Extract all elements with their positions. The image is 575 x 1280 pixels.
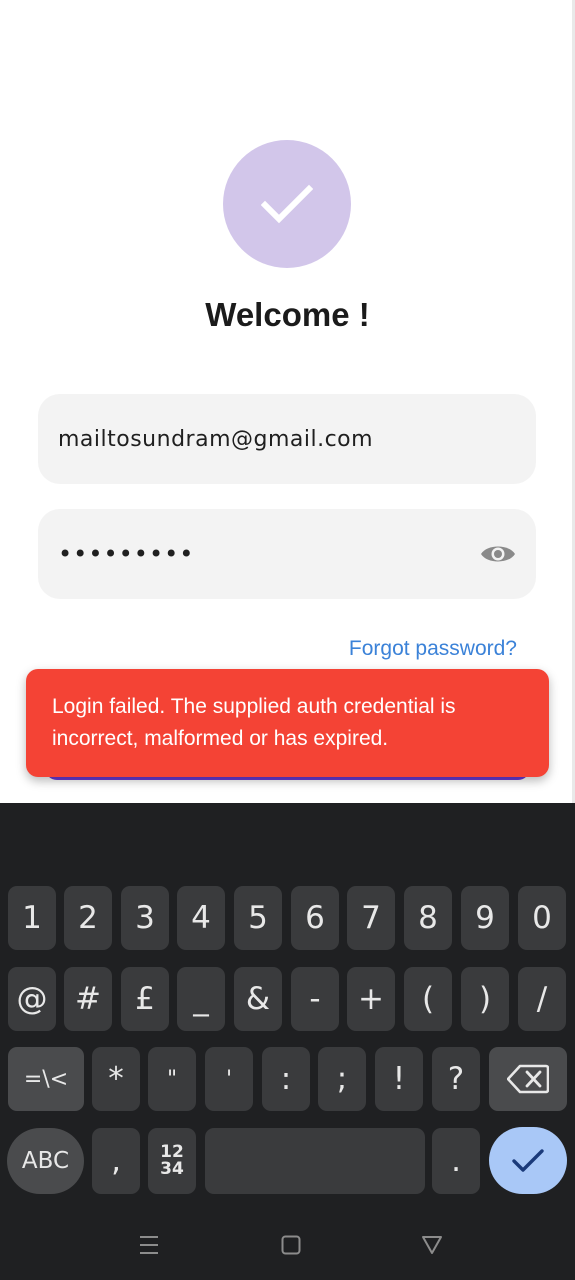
key-5[interactable]: 5 bbox=[234, 886, 282, 950]
forgot-password-link[interactable]: Forgot password? bbox=[349, 637, 517, 661]
key-abc[interactable]: ABC bbox=[7, 1128, 84, 1194]
key-semicolon[interactable]: ; bbox=[318, 1047, 366, 1111]
key-open-paren[interactable]: ( bbox=[404, 967, 452, 1031]
key-4[interactable]: 4 bbox=[177, 886, 225, 950]
key-colon[interactable]: : bbox=[262, 1047, 310, 1111]
key-3[interactable]: 3 bbox=[121, 886, 169, 950]
on-screen-keyboard bbox=[0, 803, 575, 1280]
key-0[interactable]: 0 bbox=[518, 886, 566, 950]
back-icon[interactable] bbox=[421, 1234, 443, 1256]
key-pound[interactable]: £ bbox=[121, 967, 169, 1031]
key-comma[interactable]: , bbox=[92, 1128, 140, 1194]
key-close-paren[interactable]: ) bbox=[461, 967, 509, 1031]
key-exclamation[interactable]: ! bbox=[375, 1047, 423, 1111]
key-single-quote[interactable]: ' bbox=[205, 1047, 253, 1111]
key-more-symbols[interactable]: =\< bbox=[8, 1047, 84, 1111]
numpad-bottom-label: 34 bbox=[160, 1159, 184, 1179]
key-minus[interactable]: - bbox=[291, 967, 339, 1031]
snackbar-message: Login failed. The supplied auth credenti… bbox=[52, 695, 456, 750]
app-logo bbox=[223, 140, 351, 268]
key-underscore[interactable]: _ bbox=[177, 967, 225, 1031]
key-space[interactable] bbox=[205, 1128, 425, 1194]
key-plus[interactable]: + bbox=[347, 967, 395, 1031]
key-6[interactable]: 6 bbox=[291, 886, 339, 950]
check-icon bbox=[261, 184, 313, 224]
key-slash[interactable]: / bbox=[518, 967, 566, 1031]
key-hash[interactable]: # bbox=[64, 967, 112, 1031]
login-screen: Welcome ! mailtosundram@gmail.com ••••••… bbox=[0, 0, 575, 803]
key-numpad[interactable]: 12 34 bbox=[148, 1128, 196, 1194]
check-icon bbox=[512, 1148, 544, 1172]
home-icon[interactable] bbox=[281, 1234, 301, 1256]
key-asterisk[interactable]: * bbox=[92, 1047, 140, 1111]
key-2[interactable]: 2 bbox=[64, 886, 112, 950]
key-7[interactable]: 7 bbox=[347, 886, 395, 950]
error-snackbar: Login failed. The supplied auth credenti… bbox=[26, 669, 549, 777]
menu-icon[interactable] bbox=[138, 1234, 160, 1256]
key-ampersand[interactable]: & bbox=[234, 967, 282, 1031]
password-field[interactable]: ••••••••• bbox=[38, 509, 536, 599]
backspace-key[interactable] bbox=[489, 1047, 567, 1111]
email-value[interactable]: mailtosundram@gmail.com bbox=[58, 427, 373, 452]
password-value[interactable]: ••••••••• bbox=[58, 540, 194, 568]
key-period[interactable]: . bbox=[432, 1128, 480, 1194]
page-title: Welcome ! bbox=[205, 296, 370, 333]
key-at[interactable]: @ bbox=[8, 967, 56, 1031]
key-question[interactable]: ? bbox=[432, 1047, 480, 1111]
key-9[interactable]: 9 bbox=[461, 886, 509, 950]
key-double-quote[interactable]: " bbox=[148, 1047, 196, 1111]
email-field[interactable]: mailtosundram@gmail.com bbox=[38, 394, 536, 484]
eye-icon[interactable] bbox=[480, 538, 516, 570]
key-1[interactable]: 1 bbox=[8, 886, 56, 950]
backspace-icon bbox=[507, 1064, 549, 1094]
key-8[interactable]: 8 bbox=[404, 886, 452, 950]
key-enter[interactable] bbox=[489, 1127, 567, 1194]
